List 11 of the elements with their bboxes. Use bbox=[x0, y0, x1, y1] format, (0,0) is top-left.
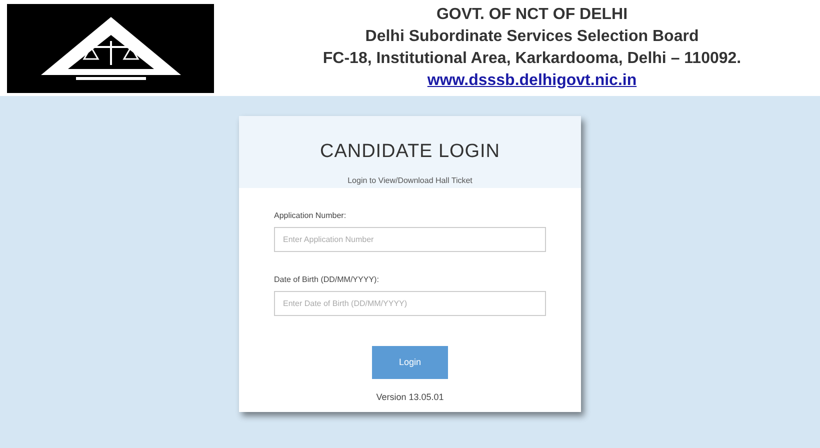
header-text: GOVT. OF NCT OF DELHI bbox=[436, 5, 628, 25]
header-text: FC-18, Institutional Area, Karkardooma, Delhi – 110092. bbox=[322, 49, 742, 69]
input-field[interactable]: Enter Date of Birth (DD/MM/YYYY) bbox=[274, 291, 546, 316]
card-title: CANDIDATE LOGIN bbox=[320, 140, 500, 164]
field-label: Application Number: bbox=[274, 210, 348, 222]
field-label: Date of Birth (DD/MM/YYYY): bbox=[274, 274, 380, 286]
website-link[interactable]: www.dsssb.delhigovt.nic.in bbox=[427, 70, 637, 92]
card-subtitle: Login to View/Download Hall Ticket bbox=[348, 174, 472, 186]
version-text: Version 13.05.01 bbox=[376, 391, 444, 404]
input-field[interactable]: Enter Application Number bbox=[274, 227, 546, 252]
header-text: Delhi Subordinate Services Selection Board bbox=[365, 27, 699, 47]
